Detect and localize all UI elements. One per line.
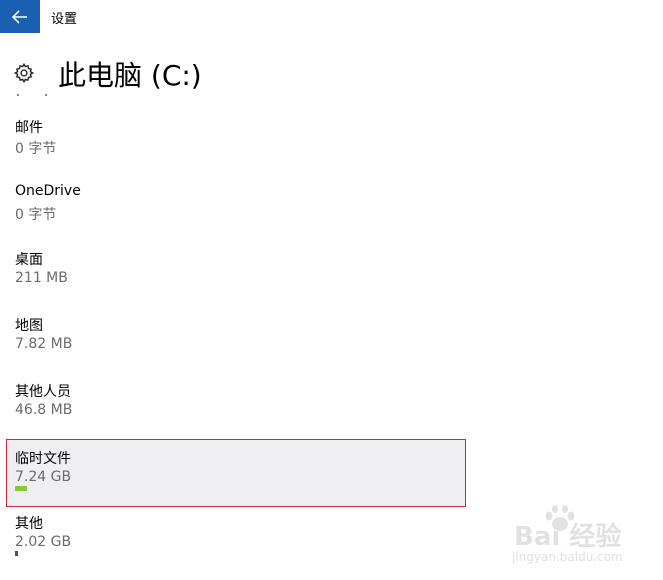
storage-item-size: 7.24 GB <box>15 469 72 485</box>
usage-bar-fill <box>15 486 27 491</box>
page-header: 此电脑 (C:) <box>0 50 663 96</box>
app-title: 设置 <box>51 12 78 27</box>
storage-item-label: 地图 <box>15 318 43 334</box>
storage-item-label: OneDrive <box>15 183 81 199</box>
gear-icon <box>13 62 35 84</box>
storage-item[interactable]: 其他人员 46.8 MB <box>6 372 466 440</box>
storage-item[interactable]: 临时文件 7.24 GB <box>6 439 466 507</box>
storage-item[interactable]: 桌面 211 MB <box>6 240 466 308</box>
title-bar: 设置 <box>0 0 663 33</box>
watermark-url: jingyan.baidu.com <box>512 550 623 564</box>
storage-item-label: 桌面 <box>15 252 43 268</box>
storage-item[interactable]: 其他 2.02 GB <box>6 504 466 572</box>
storage-item[interactable]: 邮件 0 字节 <box>6 108 466 176</box>
storage-item-size: 2.02 GB <box>15 534 72 550</box>
storage-item-label: 其他 <box>15 516 43 532</box>
storage-item-label: 邮件 <box>15 120 43 136</box>
storage-item-size: 0 字节 <box>15 141 57 157</box>
usage-bar-fill <box>15 551 18 556</box>
watermark: Bai 经验 jingyan.baidu.com <box>496 500 656 574</box>
storage-item-size: 46.8 MB <box>15 402 73 418</box>
storage-item-label: 其他人员 <box>15 384 71 400</box>
storage-item[interactable]: 地图 7.82 MB <box>6 306 466 374</box>
watermark-brand: Bai 经验 <box>514 522 622 552</box>
storage-item-size: 211 MB <box>15 270 68 286</box>
storage-item-size: 7.82 MB <box>15 336 73 352</box>
clipped-item-remnant <box>17 94 47 96</box>
storage-item-size: 0 字节 <box>15 207 57 223</box>
storage-item[interactable]: OneDrive 0 字节 <box>6 174 466 242</box>
usage-bar <box>15 486 215 491</box>
usage-bar <box>15 551 215 556</box>
storage-item-label: 临时文件 <box>15 451 71 467</box>
back-arrow-icon <box>12 9 27 24</box>
page-title: 此电脑 (C:) <box>58 59 202 92</box>
back-button[interactable] <box>0 0 40 33</box>
